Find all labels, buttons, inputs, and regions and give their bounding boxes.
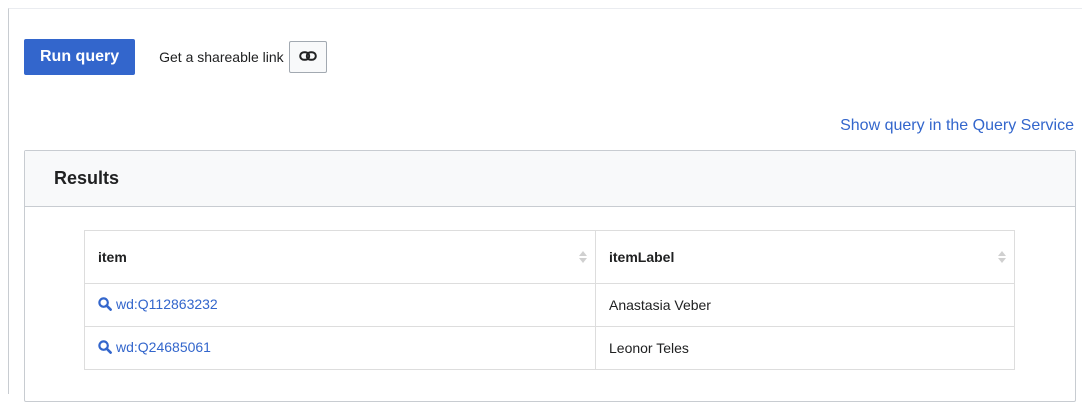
item-cell: wd:Q112863232 <box>84 283 596 327</box>
search-icon <box>98 297 112 311</box>
column-header-item[interactable]: item <box>84 230 596 284</box>
column-header-label: item <box>98 249 127 265</box>
item-link[interactable]: wd:Q24685061 <box>98 339 211 355</box>
column-header-itemlabel[interactable]: itemLabel <box>595 230 1015 284</box>
sort-icon <box>998 251 1006 263</box>
table-row: wd:Q24685061 Leonor Teles <box>84 326 1015 370</box>
link-icon <box>298 48 317 66</box>
item-id: wd:Q24685061 <box>116 339 211 355</box>
query-toolbar: Run query Get a shareable link <box>24 39 327 75</box>
item-id: wd:Q112863232 <box>116 296 218 312</box>
shareable-link-label: Get a shareable link <box>159 49 284 65</box>
item-label-cell: Leonor Teles <box>595 326 1015 370</box>
results-title: Results <box>25 151 1075 207</box>
item-link[interactable]: wd:Q112863232 <box>98 296 218 312</box>
table-header-row: item itemLabel <box>84 230 1015 284</box>
results-panel: Results item itemLabel wd:Q112863232 Ana… <box>24 150 1076 402</box>
item-label-cell: Anastasia Veber <box>595 283 1015 327</box>
shareable-link-button[interactable] <box>288 41 327 73</box>
search-icon <box>98 340 112 354</box>
results-table: item itemLabel wd:Q112863232 Anastasia V… <box>84 230 1015 370</box>
run-query-button[interactable]: Run query <box>24 39 136 75</box>
sort-icon <box>579 251 587 263</box>
table-row: wd:Q112863232 Anastasia Veber <box>84 283 1015 327</box>
item-cell: wd:Q24685061 <box>84 326 596 370</box>
column-header-label: itemLabel <box>609 249 675 265</box>
show-in-query-service-link[interactable]: Show query in the Query Service <box>840 117 1074 135</box>
